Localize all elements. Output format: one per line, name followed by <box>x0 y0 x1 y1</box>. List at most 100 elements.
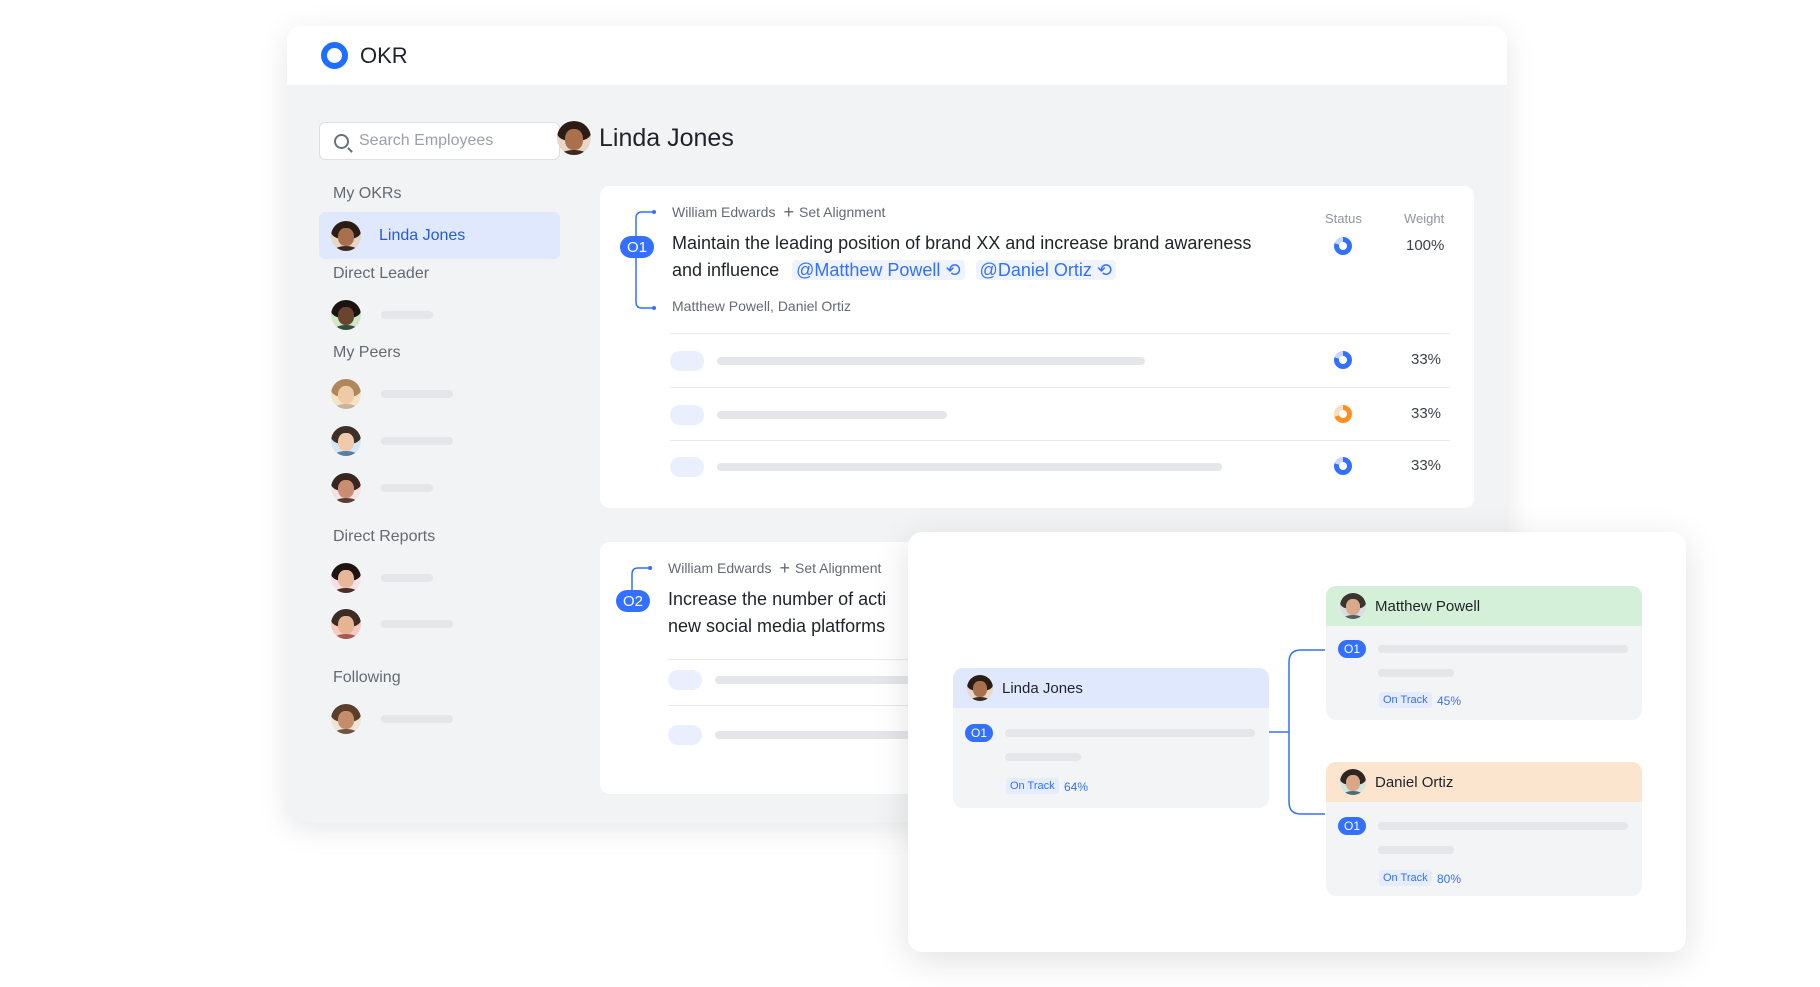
kr-badge <box>670 405 704 425</box>
kr-placeholder <box>717 411 947 419</box>
weight-header: Weight <box>1404 211 1445 226</box>
objective-line1: Increase the number of acti <box>668 589 887 609</box>
sidebar-item-linda-jones[interactable]: Linda Jones <box>319 212 560 259</box>
objective-placeholder <box>1005 753 1081 761</box>
sidebar-item-report[interactable] <box>319 600 560 647</box>
name-placeholder <box>381 573 433 582</box>
name-placeholder <box>381 389 453 398</box>
node-name: Matthew Powell <box>1375 597 1481 615</box>
name-placeholder <box>381 619 453 628</box>
status-badge: On Track <box>1006 778 1059 794</box>
sidebar-item-report[interactable] <box>319 554 560 601</box>
plus-icon[interactable]: + <box>779 559 790 577</box>
avatar <box>331 562 361 593</box>
progress-value: 64% <box>1064 780 1089 794</box>
avatar <box>331 425 361 456</box>
my-peers-label: My Peers <box>333 344 401 361</box>
stage: OKR My OKRs Linda Jones Direct Leader My… <box>0 0 1820 987</box>
alignment-connector <box>635 210 656 310</box>
kr-weight: 33% <box>1411 457 1442 474</box>
divider <box>670 387 1450 388</box>
objective-text[interactable]: Maintain the leading position of brand X… <box>672 230 1312 284</box>
avatar <box>1340 593 1366 619</box>
objective-badge: O2 <box>616 590 650 612</box>
name-placeholder <box>381 436 453 445</box>
direct-leader-label: Direct Leader <box>333 265 430 282</box>
sidebar-item-peer[interactable] <box>319 417 560 464</box>
objective-owner-row: William Edwards + Set Alignment <box>668 559 881 577</box>
kr-weight: 33% <box>1411 351 1442 368</box>
search-box[interactable] <box>319 122 560 160</box>
objective-badge: O1 <box>965 724 993 742</box>
objective-badge: O1 <box>620 236 654 258</box>
objective-badge: O1 <box>1338 640 1366 658</box>
objective-placeholder <box>1378 822 1628 830</box>
owner-name: William Edwards <box>668 560 772 576</box>
avatar <box>331 220 361 251</box>
kr-placeholder <box>717 463 1222 471</box>
objective-badge: O1 <box>1338 817 1366 835</box>
alignment-node-linda[interactable]: Linda Jones O1 On Track 64% <box>953 668 1269 808</box>
avatar <box>557 121 591 155</box>
kr-placeholder <box>717 357 1145 365</box>
objective-placeholder <box>1378 645 1628 653</box>
name-placeholder <box>381 310 433 319</box>
avatar <box>1340 769 1366 795</box>
following-label: Following <box>333 669 401 686</box>
okr-logo-icon <box>321 42 348 69</box>
node-header: Matthew Powell <box>1326 586 1642 626</box>
app-title: OKR <box>360 42 408 68</box>
kr-badge <box>668 670 702 690</box>
owner-name: William Edwards <box>672 204 776 220</box>
progress-value: 45% <box>1437 694 1462 708</box>
name-placeholder <box>381 714 453 723</box>
avatar <box>331 472 361 503</box>
status-ring-icon[interactable] <box>1334 237 1352 255</box>
set-alignment-link[interactable]: Set Alignment <box>795 560 881 576</box>
alignment-map-panel: Linda Jones O1 On Track 64% Matthew Powe… <box>908 532 1686 952</box>
sidebar-item-label: Linda Jones <box>379 226 466 244</box>
person-header: Linda Jones <box>557 121 734 155</box>
mention-daniel-ortiz[interactable]: @Daniel Ortiz ⟲ <box>975 260 1116 280</box>
status-header: Status <box>1325 211 1362 226</box>
alignment-node-matthew[interactable]: Matthew Powell O1 On Track 45% <box>1326 586 1642 720</box>
search-icon <box>334 133 349 149</box>
kr-badge <box>670 457 704 477</box>
set-alignment-link[interactable]: Set Alignment <box>799 204 885 220</box>
alignment-node-daniel[interactable]: Daniel Ortiz O1 On Track 80% <box>1326 762 1642 896</box>
node-name: Daniel Ortiz <box>1375 773 1454 791</box>
search-input[interactable] <box>359 132 549 150</box>
avatar <box>331 703 361 734</box>
status-ring-icon[interactable] <box>1334 351 1352 369</box>
direct-reports-label: Direct Reports <box>333 528 436 545</box>
status-ring-icon[interactable] <box>1334 405 1352 423</box>
divider <box>670 440 1450 441</box>
plus-icon[interactable]: + <box>783 203 794 221</box>
kr-badge <box>668 725 702 745</box>
objective-placeholder <box>1378 846 1454 854</box>
my-okrs-label: My OKRs <box>333 185 402 202</box>
sidebar-item-leader[interactable] <box>319 291 560 338</box>
aligned-people: Matthew Powell, Daniel Ortiz <box>672 298 851 314</box>
mention-matthew-powell[interactable]: @Matthew Powell ⟲ <box>792 260 965 280</box>
sidebar-item-peer[interactable] <box>319 464 560 511</box>
objective-line2: new social media platforms <box>668 616 886 636</box>
divider <box>670 333 1450 334</box>
avatar <box>331 299 361 330</box>
objective-placeholder <box>1005 729 1255 737</box>
status-ring-icon[interactable] <box>1334 457 1352 475</box>
objective-line2: and influence <box>672 260 780 280</box>
status-badge: On Track <box>1379 870 1432 886</box>
name-placeholder <box>381 483 433 492</box>
kr-weight: 33% <box>1411 405 1442 422</box>
title-bar: OKR <box>287 26 1507 85</box>
sidebar-item-following[interactable] <box>319 695 560 742</box>
page-title: Linda Jones <box>599 123 734 152</box>
objective-line1: Maintain the leading position of brand X… <box>672 233 1252 253</box>
node-name: Linda Jones <box>1002 679 1083 697</box>
avatar <box>331 378 361 409</box>
sidebar-item-peer[interactable] <box>319 370 560 417</box>
objective-weight: 100% <box>1406 237 1445 254</box>
avatar <box>331 608 361 639</box>
status-badge: On Track <box>1379 692 1432 708</box>
